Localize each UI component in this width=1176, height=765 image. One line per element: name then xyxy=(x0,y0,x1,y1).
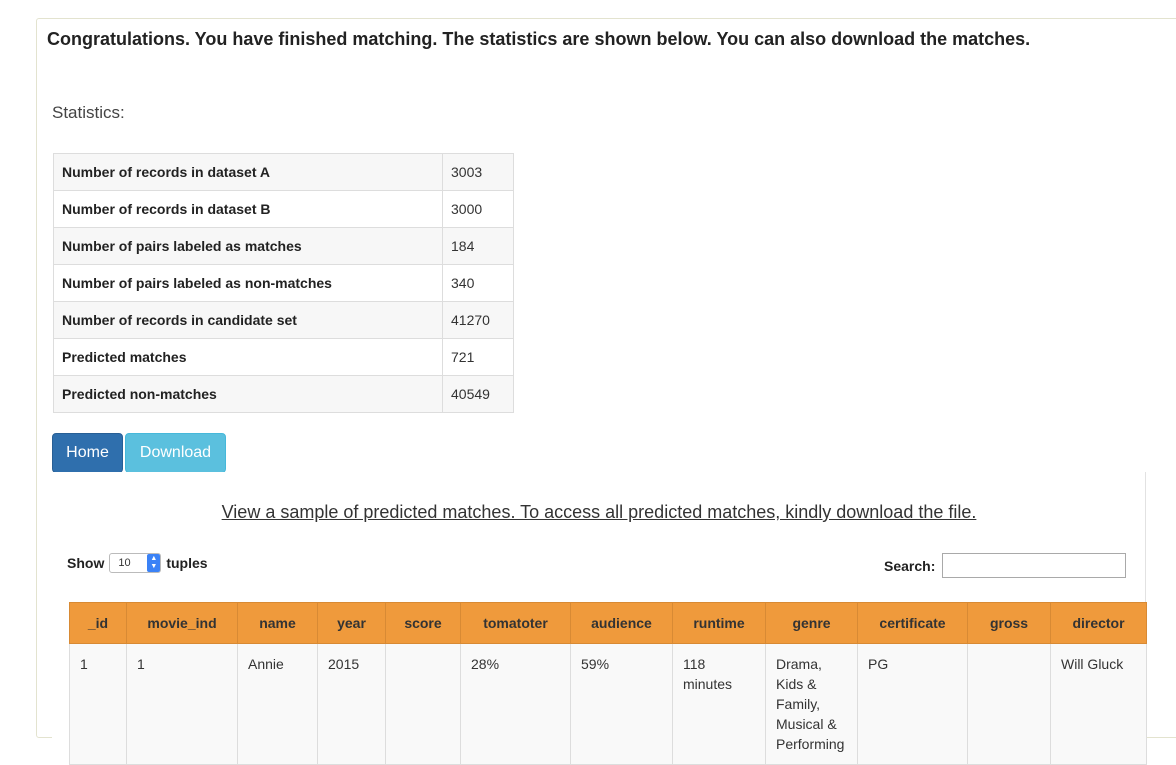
stats-row: Number of records in candidate set 41270 xyxy=(53,301,514,339)
stat-value: 340 xyxy=(442,264,514,302)
table-cell: 28% xyxy=(460,643,571,765)
search-input[interactable] xyxy=(942,553,1127,578)
table-cell xyxy=(967,643,1051,765)
column-header[interactable]: name xyxy=(237,602,318,644)
stats-row: Number of records in dataset B 3000 xyxy=(53,190,514,228)
stat-value: 3000 xyxy=(442,190,514,228)
column-header[interactable]: genre xyxy=(765,602,858,644)
column-header[interactable]: audience xyxy=(570,602,673,644)
column-header[interactable]: score xyxy=(385,602,461,644)
stat-label: Predicted non-matches xyxy=(53,375,443,413)
column-header[interactable]: movie_ind xyxy=(126,602,238,644)
column-header[interactable]: director xyxy=(1050,602,1147,644)
stat-label: Number of records in candidate set xyxy=(53,301,443,339)
page-headline: Congratulations. You have finished match… xyxy=(47,29,1031,49)
stat-value: 721 xyxy=(442,338,514,376)
stat-value: 3003 xyxy=(442,153,514,191)
sample-matches-link[interactable]: View a sample of predicted matches. To a… xyxy=(52,502,1146,523)
stats-row: Number of records in dataset A 3003 xyxy=(53,153,514,191)
statistics-label: Statistics: xyxy=(52,103,125,122)
stat-label: Number of pairs labeled as non-matches xyxy=(53,264,443,302)
column-header[interactable]: certificate xyxy=(857,602,968,644)
select-arrows-icon: ▲ ▼ xyxy=(147,554,161,572)
predicted-matches-table: _id movie_ind name year score tomatoter … xyxy=(69,602,1147,765)
column-header[interactable]: runtime xyxy=(672,602,766,644)
stat-value: 41270 xyxy=(442,301,514,339)
page-size-select[interactable]: 10 ▲ ▼ xyxy=(109,553,162,573)
stat-label: Number of records in dataset A xyxy=(53,153,443,191)
stat-label: Number of records in dataset B xyxy=(53,190,443,228)
column-header[interactable]: tomatoter xyxy=(460,602,571,644)
column-header[interactable]: _id xyxy=(69,602,127,644)
table-cell: 1 xyxy=(126,643,238,765)
download-button[interactable]: Download xyxy=(125,433,226,473)
tuples-label: tuples xyxy=(166,555,208,571)
statistics-table: Number of records in dataset A 3003 Numbe… xyxy=(53,153,514,413)
search-control: Search: xyxy=(884,553,1127,578)
page-size-control: Show 10 ▲ ▼ tuples xyxy=(67,553,208,573)
table-cell: 118 minutes xyxy=(672,643,766,765)
stat-value: 184 xyxy=(442,227,514,265)
table-cell: Will Gluck xyxy=(1050,643,1147,765)
table-header-row: _id movie_ind name year score tomatoter … xyxy=(69,602,1147,644)
stat-label: Number of pairs labeled as matches xyxy=(53,227,443,265)
home-button[interactable]: Home xyxy=(52,433,123,473)
table-cell: Drama, Kids & Family, Musical & Performi… xyxy=(765,643,858,765)
table-cell: 2015 xyxy=(317,643,386,765)
column-header[interactable]: gross xyxy=(967,602,1051,644)
stats-row: Predicted non-matches 40549 xyxy=(53,375,514,413)
search-label: Search: xyxy=(884,557,936,574)
table-row: 1 1 Annie 2015 28% 59% 118 minutes Drama… xyxy=(69,643,1147,765)
stats-row: Predicted matches 721 xyxy=(53,338,514,376)
table-cell: 1 xyxy=(69,643,127,765)
table-cell: PG xyxy=(857,643,968,765)
sample-matches-section: View a sample of predicted matches. To a… xyxy=(52,472,1147,765)
table-cell xyxy=(385,643,461,765)
show-label: Show xyxy=(67,555,105,571)
column-header[interactable]: year xyxy=(317,602,386,644)
table-cell: Annie xyxy=(237,643,318,765)
page-size-value: 10 xyxy=(118,557,131,569)
table-cell: 59% xyxy=(570,643,673,765)
results-panel: Congratulations. You have finished match… xyxy=(36,18,1176,765)
stat-value: 40549 xyxy=(442,375,514,413)
stats-row: Number of pairs labeled as matches 184 xyxy=(53,227,514,265)
stat-label: Predicted matches xyxy=(53,338,443,376)
stats-row: Number of pairs labeled as non-matches 34… xyxy=(53,264,514,302)
